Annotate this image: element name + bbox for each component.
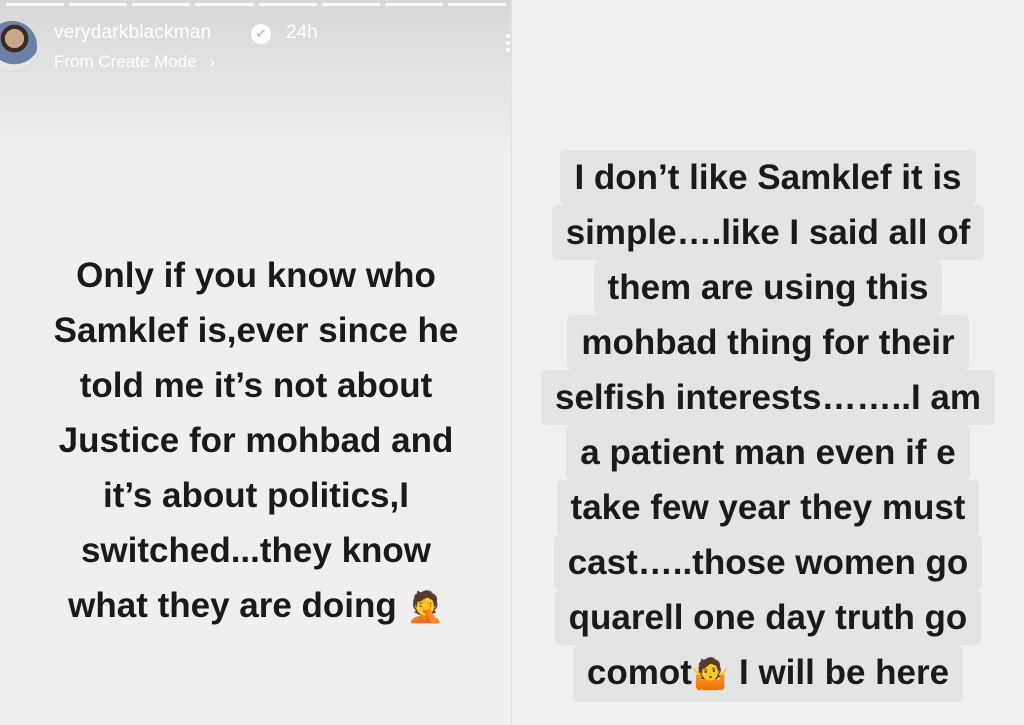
story-line-text: I will be here: [729, 653, 950, 692]
story-username[interactable]: verydarkblackman: [54, 22, 211, 44]
story-line-last: what they are doing 🤦: [10, 578, 502, 635]
story-line: Samklef is,ever since he: [53, 311, 459, 350]
story-subtitle-text: From Create Mode: [54, 52, 197, 71]
story-line: cast…..those women go: [553, 535, 983, 590]
story-line: told me it’s not about: [79, 366, 433, 405]
verified-badge-icon: ✔: [251, 24, 271, 44]
story-line: take few year they must: [556, 480, 980, 535]
story-line: selfish interests……..I am: [541, 370, 995, 425]
facepalm-emoji: 🤦: [406, 591, 444, 625]
story-line: simple….like I said all of: [551, 205, 985, 260]
story-panel-right: I don’t like Samklef it is simple….like …: [512, 0, 1024, 725]
story-line: them are using this: [593, 260, 943, 315]
story-line: mohbad thing for their: [567, 315, 969, 370]
story-line: quarell one day truth go: [554, 590, 982, 645]
story-line: it’s about politics,I: [103, 476, 409, 515]
story-line: Justice for mohbad and: [58, 421, 454, 460]
story-text-left: Only if you know who Samklef is,ever sin…: [10, 248, 502, 635]
chevron-right-icon: ›: [209, 52, 216, 71]
story-line: switched...they know: [80, 531, 432, 570]
story-line: I don’t like Samklef it is: [560, 150, 976, 205]
story-progress-bars: [6, 3, 506, 6]
story-line: a patient man even if e: [566, 425, 970, 480]
story-panel-left: verydarkblackman ✔ 24h From Create Mode …: [0, 0, 512, 725]
story-timestamp: 24h: [286, 22, 318, 43]
story-line-text: comot: [586, 653, 692, 692]
story-line-last: comot🤷 I will be here: [572, 645, 964, 703]
story-line: Only if you know who: [76, 256, 436, 295]
story-text-right: I don’t like Samklef it is simple….like …: [512, 150, 1024, 703]
story-line-text: what they are doing: [68, 586, 397, 625]
story-subtitle-link[interactable]: From Create Mode ›: [54, 52, 215, 72]
shrug-emoji: 🤷: [691, 658, 730, 692]
